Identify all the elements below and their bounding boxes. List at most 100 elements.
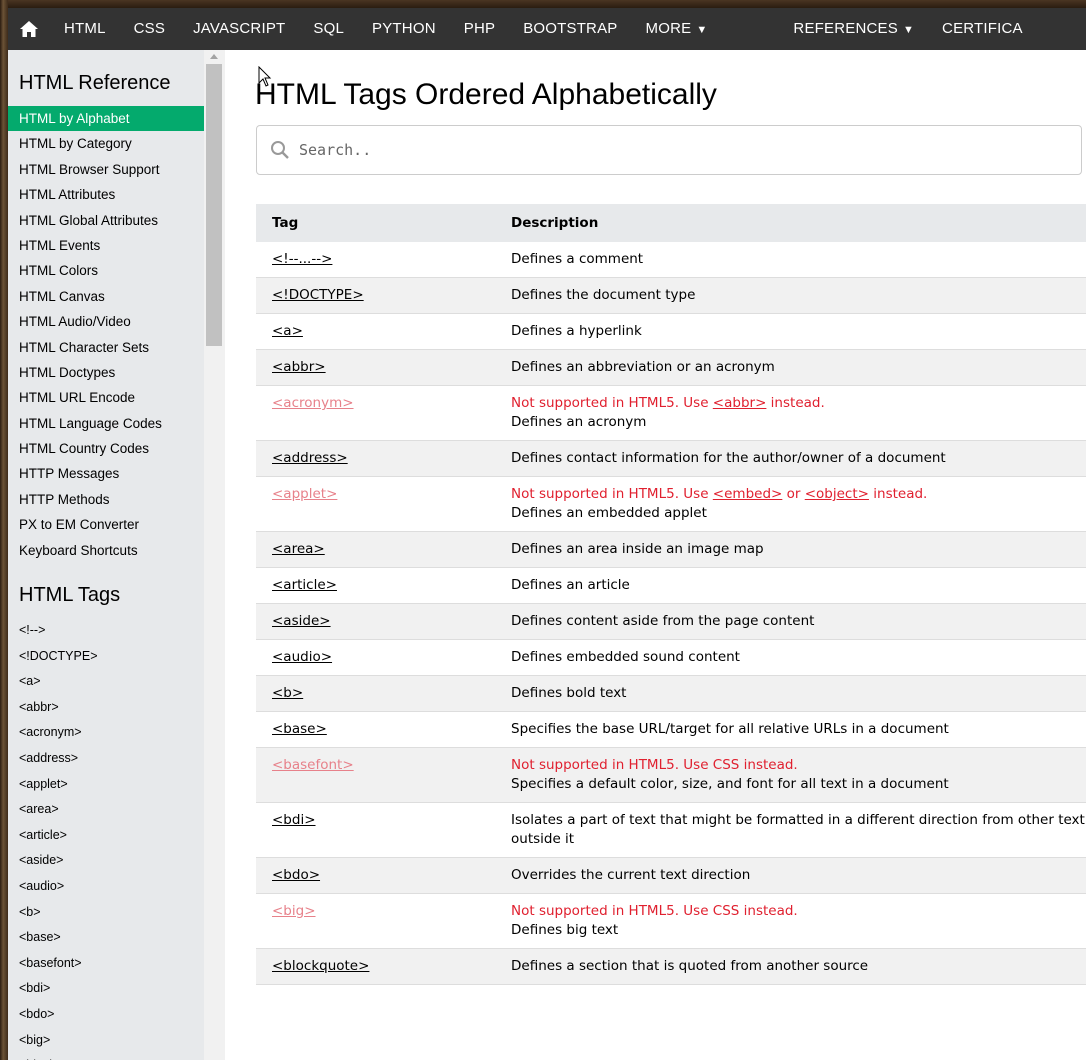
- sidebar-tag-item[interactable]: <bdi>: [8, 976, 204, 1002]
- tag-link[interactable]: <bdo>: [272, 867, 320, 883]
- tag-link[interactable]: <blockquote>: [272, 958, 369, 974]
- sidebar-item[interactable]: HTML Browser Support: [8, 157, 204, 182]
- description-cell: Defines an area inside an image map: [495, 532, 1086, 568]
- sidebar-tag-item[interactable]: <applet>: [8, 772, 204, 798]
- sidebar-tag-item[interactable]: <basefont>: [8, 951, 204, 977]
- tag-link[interactable]: <base>: [272, 721, 327, 737]
- tag-cell: <address>: [256, 441, 495, 477]
- sidebar-item[interactable]: HTML Canvas: [8, 284, 204, 309]
- sidebar-item[interactable]: HTML Events: [8, 233, 204, 258]
- sidebar-tag-item[interactable]: <base>: [8, 925, 204, 951]
- tag-link[interactable]: <area>: [272, 541, 325, 557]
- sidebar-tag-item[interactable]: <address>: [8, 746, 204, 772]
- sidebar-tag-item[interactable]: <big>: [8, 1028, 204, 1054]
- sidebar-tag-item[interactable]: <area>: [8, 797, 204, 823]
- inline-tag-link[interactable]: <abbr>: [713, 395, 767, 411]
- tag-link[interactable]: <abbr>: [272, 359, 326, 375]
- tag-link[interactable]: <audio>: [272, 649, 332, 665]
- tag-link[interactable]: <b>: [272, 685, 303, 701]
- search-input[interactable]: [297, 140, 1061, 160]
- sidebar-item[interactable]: HTML URL Encode: [8, 385, 204, 410]
- table-row: <basefont> Not supported in HTML5. Use CS…: [256, 747, 1086, 803]
- deprecation-note: Not supported in HTML5. Use <abbr> inste…: [511, 394, 1086, 413]
- sidebar-item[interactable]: PX to EM Converter: [8, 512, 204, 537]
- sidebar-tag-item[interactable]: <abbr>: [8, 695, 204, 721]
- inline-tag-link[interactable]: <object>: [805, 486, 869, 502]
- more-menu[interactable]: MORE ▼: [632, 8, 722, 50]
- nav-link-html[interactable]: HTML: [50, 8, 120, 50]
- sidebar-tag-item[interactable]: <!-->: [8, 618, 204, 644]
- table-row: <bdo> Overrides the current text directio…: [256, 857, 1086, 894]
- description-cell: Defines a comment: [495, 242, 1086, 278]
- description-text: Defines the document type: [511, 287, 696, 303]
- tag-cell: <basefont>: [256, 748, 495, 803]
- sidebar-tag-item[interactable]: <!DOCTYPE>: [8, 644, 204, 670]
- tag-cell: <article>: [256, 568, 495, 604]
- sidebar-item[interactable]: HTTP Methods: [8, 487, 204, 512]
- nav-link-bootstrap[interactable]: BOOTSTRAP: [509, 8, 631, 50]
- sidebar-item[interactable]: HTML Colors: [8, 258, 204, 283]
- sidebar-item[interactable]: HTML Attributes: [8, 182, 204, 207]
- sidebar-tag-item[interactable]: <audio>: [8, 874, 204, 900]
- sidebar-tag-item[interactable]: <bdo>: [8, 1002, 204, 1028]
- sidebar-tag-item[interactable]: <acronym>: [8, 720, 204, 746]
- certificates-link[interactable]: CERTIFICA: [928, 8, 1037, 50]
- sidebar-item[interactable]: HTTP Messages: [8, 461, 204, 486]
- tag-link[interactable]: <article>: [272, 577, 337, 593]
- sidebar-tag-item[interactable]: <article>: [8, 823, 204, 849]
- sidebar-item[interactable]: HTML Country Codes: [8, 436, 204, 461]
- note-text: Not supported in HTML5. Use: [511, 486, 713, 502]
- sidebar-item[interactable]: HTML Character Sets: [8, 335, 204, 360]
- table-row: <acronym> Not supported in HTML5. Use <ab…: [256, 386, 1086, 441]
- nav-link-python[interactable]: PYTHON: [358, 8, 450, 50]
- sidebar-item[interactable]: Keyboard Shortcuts: [8, 538, 204, 563]
- references-menu[interactable]: REFERENCES ▼: [779, 8, 928, 50]
- table-row: <blockquote> Defines a section that is qu…: [256, 948, 1086, 985]
- tag-link[interactable]: <big>: [272, 903, 316, 919]
- tag-link[interactable]: <aside>: [272, 613, 331, 629]
- tag-link[interactable]: <!DOCTYPE>: [272, 287, 364, 303]
- tag-link[interactable]: <address>: [272, 450, 348, 466]
- tag-link[interactable]: <bdi>: [272, 812, 316, 828]
- tag-cell: <acronym>: [256, 386, 495, 441]
- sidebar-item[interactable]: HTML by Category: [8, 131, 204, 156]
- table-row: <base> Specifies the base URL/target for …: [256, 712, 1086, 748]
- tag-link[interactable]: <!--...-->: [272, 251, 332, 267]
- inline-tag-link[interactable]: <embed>: [713, 486, 783, 502]
- table-row: <article> Defines an article: [256, 568, 1086, 604]
- table-row: <abbr> Defines an abbreviation or an acro…: [256, 349, 1086, 386]
- scroll-up-arrow-icon[interactable]: [210, 54, 218, 59]
- nav-link-php[interactable]: PHP: [450, 8, 509, 50]
- scrollbar-thumb[interactable]: [206, 64, 222, 346]
- nav-link-javascript[interactable]: JAVASCRIPT: [179, 8, 299, 50]
- deprecation-note: Not supported in HTML5. Use <embed> or <…: [511, 485, 1086, 504]
- tag-link[interactable]: <basefont>: [272, 757, 354, 773]
- sidebar-item[interactable]: HTML Audio/Video: [8, 309, 204, 334]
- description-cell: Defines contact information for the auth…: [495, 441, 1086, 477]
- description-text: Defines an area inside an image map: [511, 541, 764, 557]
- description-cell: Defines bold text: [495, 676, 1086, 712]
- sidebar-tag-item[interactable]: <blockquote>: [8, 1053, 204, 1060]
- sidebar-heading-reference: HTML Reference: [19, 72, 171, 94]
- description-text: Defines big text: [511, 922, 619, 938]
- description-cell: Overrides the current text direction: [495, 858, 1086, 894]
- sidebar-item[interactable]: HTML Doctypes: [8, 360, 204, 385]
- tag-cell: <applet>: [256, 477, 495, 532]
- sidebar-tag-item[interactable]: <a>: [8, 669, 204, 695]
- sidebar-item[interactable]: HTML Language Codes: [8, 411, 204, 436]
- note-text: instead.: [766, 395, 825, 411]
- nav-link-sql[interactable]: SQL: [299, 8, 358, 50]
- search-box[interactable]: [256, 125, 1082, 175]
- nav-link-css[interactable]: CSS: [120, 8, 179, 50]
- sidebar-item[interactable]: HTML by Alphabet: [8, 106, 204, 132]
- tag-link[interactable]: <acronym>: [272, 395, 354, 411]
- tag-cell: <b>: [256, 676, 495, 712]
- sidebar-tag-item[interactable]: <aside>: [8, 848, 204, 874]
- home-icon[interactable]: [8, 21, 50, 37]
- tag-link[interactable]: <a>: [272, 323, 303, 339]
- sidebar-item[interactable]: HTML Global Attributes: [8, 208, 204, 233]
- tag-link[interactable]: <applet>: [272, 486, 337, 502]
- sidebar-tag-item[interactable]: <b>: [8, 900, 204, 926]
- description-text: Defines an acronym: [511, 414, 647, 430]
- sidebar-scrollbar[interactable]: [204, 50, 225, 1060]
